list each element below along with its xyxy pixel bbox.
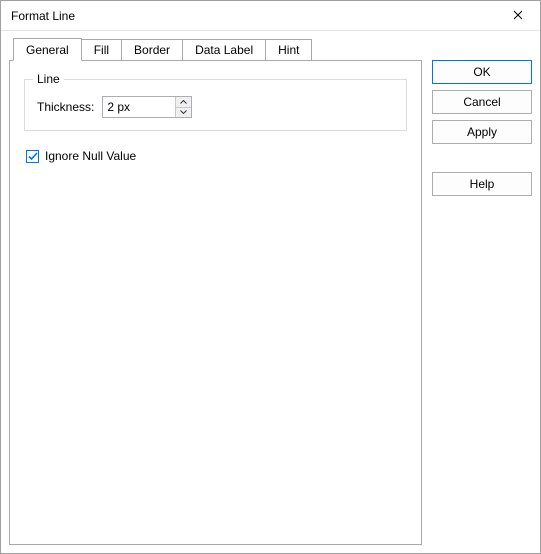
window-title: Format Line (11, 9, 75, 23)
groupbox-title: Line (33, 72, 64, 86)
checkmark-icon (28, 152, 38, 161)
tab-label: Data Label (195, 43, 253, 57)
tab-label: Hint (278, 43, 299, 57)
ignore-null-checkbox[interactable] (26, 150, 39, 163)
tab-fill[interactable]: Fill (81, 39, 122, 60)
close-button[interactable] (496, 1, 540, 31)
tab-border[interactable]: Border (121, 39, 183, 60)
format-line-dialog: Format Line General Fill Border Data Lab… (0, 0, 541, 554)
tab-panel-general: Line Thickness: (9, 60, 422, 545)
line-groupbox: Line Thickness: (24, 79, 407, 131)
thickness-label: Thickness: (37, 100, 94, 114)
thickness-input[interactable] (103, 97, 175, 117)
ignore-null-row: Ignore Null Value (26, 149, 407, 163)
tabstrip: General Fill Border Data Label Hint (13, 37, 422, 60)
cancel-button[interactable]: Cancel (432, 90, 532, 114)
tab-data-label[interactable]: Data Label (182, 39, 266, 60)
tab-label: Fill (94, 43, 109, 57)
tab-hint[interactable]: Hint (265, 39, 312, 60)
apply-button[interactable]: Apply (432, 120, 532, 144)
tab-area: General Fill Border Data Label Hint Line… (9, 37, 422, 545)
ok-button[interactable]: OK (432, 60, 532, 84)
tab-label: General (26, 43, 69, 57)
close-icon (513, 9, 523, 23)
thickness-row: Thickness: (37, 96, 394, 118)
ignore-null-label[interactable]: Ignore Null Value (45, 149, 136, 163)
button-gap (432, 150, 532, 166)
button-column: OK Cancel Apply Help (432, 60, 532, 545)
titlebar: Format Line (1, 1, 540, 31)
chevron-up-icon (180, 100, 187, 104)
dialog-body: General Fill Border Data Label Hint Line… (1, 31, 540, 553)
help-button[interactable]: Help (432, 172, 532, 196)
tab-label: Border (134, 43, 170, 57)
chevron-down-icon (180, 110, 187, 114)
tab-general[interactable]: General (13, 38, 82, 61)
spinner-buttons (175, 97, 191, 117)
spinner-up-button[interactable] (176, 97, 191, 108)
thickness-spinner[interactable] (102, 96, 192, 118)
spinner-down-button[interactable] (176, 108, 191, 118)
